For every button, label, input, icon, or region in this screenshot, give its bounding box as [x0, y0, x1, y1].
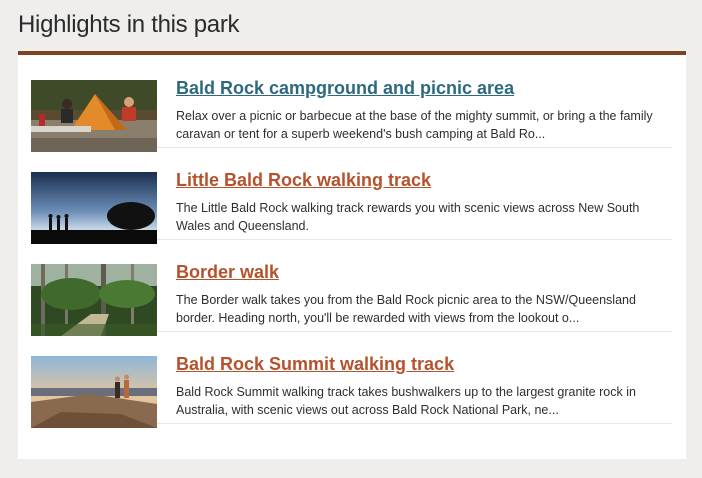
item-description: The Border walk takes you from the Bald … — [176, 293, 636, 325]
section-heading: Highlights in this park — [18, 11, 240, 38]
highlights-list: Bald Rock campground and picnic area Rel… — [18, 55, 686, 459]
item-description: The Little Bald Rock walking track rewar… — [176, 201, 640, 233]
item-description: Bald Rock Summit walking track takes bus… — [176, 385, 636, 417]
campground-photo[interactable] — [31, 80, 157, 152]
item-title-link[interactable]: Border walk — [176, 262, 279, 283]
item-title-link[interactable]: Little Bald Rock walking track — [176, 170, 431, 191]
summit-photo[interactable] — [31, 356, 157, 428]
list-item: Little Bald Rock walking track The Littl… — [31, 147, 672, 244]
list-item: Bald Rock Summit walking track Bald Rock… — [31, 331, 672, 428]
list-item: Border walk The Border walk takes you fr… — [31, 239, 672, 336]
little-bald-rock-photo[interactable] — [31, 172, 157, 244]
item-title-link[interactable]: Bald Rock campground and picnic area — [176, 78, 514, 99]
item-description: Relax over a picnic or barbecue at the b… — [176, 109, 653, 141]
item-title-link[interactable]: Bald Rock Summit walking track — [176, 354, 454, 375]
border-walk-photo[interactable] — [31, 264, 157, 336]
highlights-section: Highlights in this park Bald Rock campgr… — [0, 0, 702, 478]
list-item: Bald Rock campground and picnic area Rel… — [31, 55, 672, 152]
